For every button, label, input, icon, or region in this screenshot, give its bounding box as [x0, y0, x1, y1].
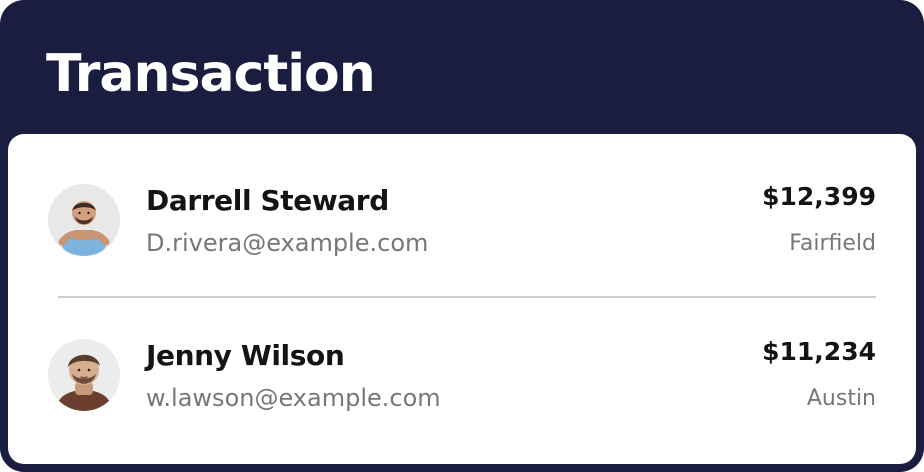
- transaction-amount: $11,234: [762, 337, 876, 366]
- transaction-row[interactable]: Jenny Wilson w.lawson@example.com $11,23…: [8, 319, 916, 449]
- transaction-location: Austin: [806, 386, 876, 411]
- transaction-row[interactable]: Darrell Steward D.rivera@example.com $12…: [8, 164, 916, 294]
- transaction-email: D.rivera@example.com: [146, 229, 429, 257]
- person-dark-shirt-avatar-icon: [48, 339, 120, 411]
- transaction-divider: [58, 296, 876, 298]
- transaction-email: w.lawson@example.com: [146, 384, 441, 412]
- panel-title: Transaction: [46, 44, 376, 104]
- transaction-panel: Transaction Darrell Steward D.rivera@exa…: [0, 0, 924, 472]
- avatar: [48, 339, 120, 411]
- transaction-name: Jenny Wilson: [146, 339, 345, 372]
- transaction-name: Darrell Steward: [146, 184, 389, 217]
- avatar: [48, 184, 120, 256]
- person-blue-shirt-avatar-icon: [48, 184, 120, 256]
- transaction-list-card: Darrell Steward D.rivera@example.com $12…: [8, 134, 916, 464]
- transaction-amount: $12,399: [762, 182, 876, 211]
- transaction-location: Fairfield: [789, 231, 876, 256]
